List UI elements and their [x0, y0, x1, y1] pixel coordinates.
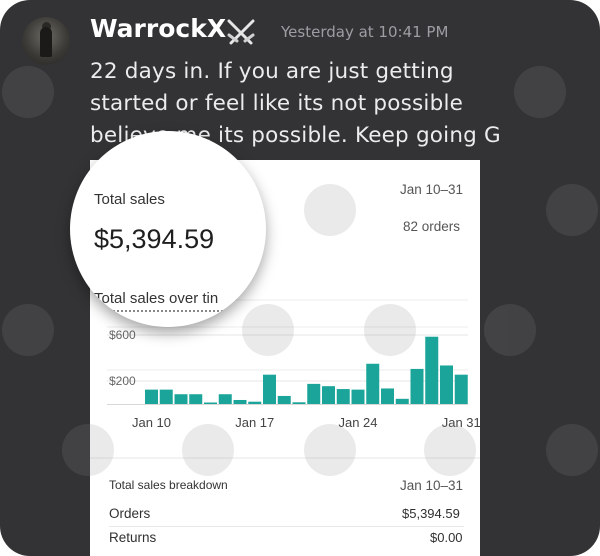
message-line: started or feel like its not possible [90, 91, 464, 116]
chart-bar[interactable] [248, 401, 262, 404]
x-tick-label: Jan 10 [132, 415, 171, 430]
chart-bar[interactable] [159, 389, 173, 404]
chart-bar[interactable] [277, 395, 291, 404]
chart-bar[interactable] [336, 389, 350, 404]
chart-bar[interactable] [307, 383, 321, 404]
discord-message-card: WarrockX Yesterday at 10:41 PM 22 days i… [0, 0, 600, 556]
message-line: 22 days in. If you are just getting [90, 59, 454, 84]
chart-bar[interactable] [189, 394, 203, 404]
message-timestamp: Yesterday at 10:41 PM [281, 23, 449, 41]
x-tick-label: Jan 31 [442, 415, 480, 430]
breakdown-row-value: $5,394.59 [402, 506, 460, 521]
breakdown-title: Total sales breakdown [109, 478, 228, 492]
sales-over-time-title: Total sales over tin [94, 290, 219, 307]
avatar-figure-body [40, 27, 52, 57]
chart-bar[interactable] [395, 398, 409, 404]
title-dotted-underline [94, 310, 266, 312]
crossed-swords-icon [227, 19, 255, 45]
chart-bar[interactable] [145, 389, 158, 404]
breakdown-range: Jan 10–31 [400, 478, 464, 493]
chart-bar[interactable] [322, 386, 335, 404]
x-tick-label: Jan 17 [235, 415, 274, 430]
y-tick-label: $600 [109, 328, 136, 342]
breakdown-row-label: Returns [109, 530, 157, 545]
chart-bar[interactable] [381, 388, 394, 404]
chart-bar[interactable] [218, 394, 232, 404]
chart-bar[interactable] [440, 365, 453, 404]
row-divider [109, 526, 464, 527]
magnifier-lens: Total sales $5,394.59 Total sales over t… [70, 131, 266, 327]
chart-bar[interactable] [454, 374, 468, 404]
breakdown-row-label: Orders [109, 506, 151, 521]
user-avatar[interactable] [22, 17, 70, 65]
chart-bar[interactable] [410, 368, 424, 404]
y-tick-label: $200 [109, 374, 136, 388]
chart-bar[interactable] [292, 402, 306, 404]
chart-bar[interactable] [263, 374, 276, 404]
total-sales-label: Total sales [94, 191, 165, 208]
chart-bar[interactable] [425, 336, 439, 404]
chart-bar[interactable] [351, 389, 365, 404]
x-tick-label: Jan 24 [338, 415, 377, 430]
breakdown-row-value: $0.00 [430, 530, 463, 545]
chart-bar[interactable] [233, 399, 247, 404]
total-sales-value: $5,394.59 [94, 224, 215, 254]
username[interactable]: WarrockX [90, 14, 226, 43]
chart-bar[interactable] [366, 363, 380, 404]
chart-bar[interactable] [204, 402, 217, 405]
chart-bar[interactable] [174, 394, 188, 404]
